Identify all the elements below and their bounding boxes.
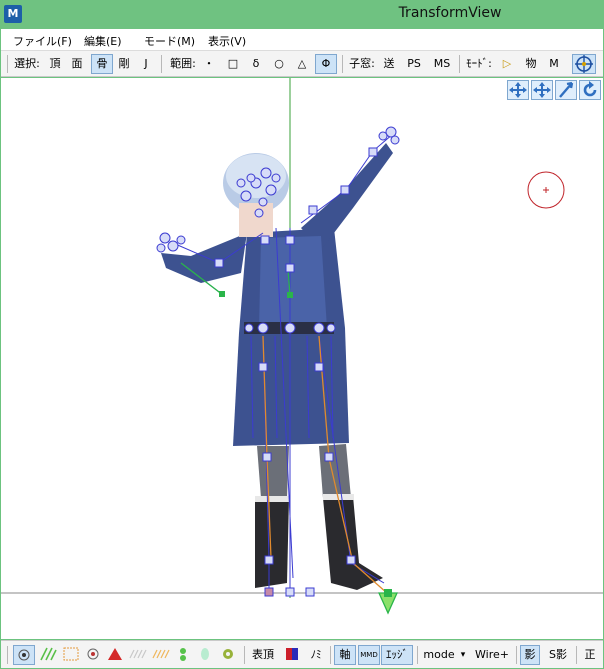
rotate-icon[interactable]: [579, 80, 601, 100]
crosshair-icon-graphic: [575, 55, 593, 73]
soft-body-display-icon[interactable]: [219, 645, 237, 665]
toolbar-separator: [330, 646, 331, 664]
point-display-graphic: [87, 648, 99, 660]
toolbar-grip: [7, 55, 8, 73]
vertex-display-graphic: [18, 649, 30, 661]
range-triangle-button[interactable]: △: [294, 54, 310, 74]
surface-vertex-button[interactable]: 表頂: [249, 645, 277, 665]
material-color-icon[interactable]: [282, 645, 302, 665]
range-dot-button[interactable]: ・: [201, 54, 217, 74]
chevron-down-icon[interactable]: ▾: [458, 645, 468, 665]
window-title: TransformView: [398, 5, 502, 21]
toolbar-separator: [516, 646, 517, 664]
toolbar-grip: [7, 646, 8, 664]
vertex-display-icon[interactable]: [13, 645, 35, 665]
rigid-display-graphic: [180, 648, 186, 661]
wire-display-icon[interactable]: [128, 645, 150, 665]
move-icon-graphic: [533, 82, 551, 98]
range-label: 範囲:: [170, 57, 196, 70]
zoom-icon-graphic: [559, 81, 574, 98]
play-icon[interactable]: ▷: [499, 54, 515, 74]
front-view-button[interactable]: 正: [580, 645, 600, 665]
range-circle-button[interactable]: ○: [271, 54, 287, 74]
mode-label: ﾓｰﾄﾞ:: [466, 57, 492, 70]
rotate-icon-graphic: [583, 81, 597, 97]
select-label: 選択:: [14, 57, 40, 70]
point-display-icon[interactable]: [83, 645, 103, 665]
menu-file[interactable]: ファイル(F): [13, 33, 72, 49]
ps-button[interactable]: PS: [403, 54, 425, 74]
wire-plus-button[interactable]: Wire+: [472, 645, 512, 665]
menu-view[interactable]: 表示(V): [208, 33, 246, 49]
select-face-button[interactable]: 面: [68, 54, 86, 74]
toolbar-separator: [244, 646, 245, 664]
normal-display-icon[interactable]: [38, 645, 58, 665]
child-window-label: 子窓:: [349, 57, 375, 70]
physics-button[interactable]: 物: [522, 54, 540, 74]
bottom-toolbar: 表頂 ﾉﾐ 軸 MMD ｴｯｼﾞ mode ▾ Wire+ 影 S影 正: [1, 640, 603, 668]
toolbar-separator: [417, 646, 418, 664]
toolbar-separator: [161, 55, 162, 73]
toolbar-separator: [576, 646, 577, 664]
mmd-button[interactable]: MMD: [358, 645, 380, 665]
triangle-display-icon[interactable]: [105, 645, 125, 665]
menu-edit[interactable]: 編集(E): [84, 33, 122, 49]
camera-target-marker: [527, 171, 565, 209]
material-color-graphic: [286, 648, 298, 660]
soft-body-display-graphic: [223, 649, 233, 659]
toolbar-separator: [459, 55, 460, 73]
select-vertex-button[interactable]: 頂: [46, 54, 64, 74]
menu-bar: ファイル(F) 編集(E) モード(M) 表示(V): [1, 29, 603, 51]
range-square-button[interactable]: □: [225, 54, 241, 74]
axis-button[interactable]: 軸: [334, 645, 356, 665]
edge-button[interactable]: ｴｯｼﾞ: [381, 645, 413, 665]
select-bone-button[interactable]: 骨: [91, 54, 113, 74]
shadow-button[interactable]: 影: [520, 645, 540, 665]
pan-icon-graphic: [509, 82, 527, 98]
joint-display-graphic: [201, 648, 209, 660]
character-model: [161, 143, 393, 590]
wire-display-graphic: [129, 649, 147, 659]
toolbar: 選択: 頂 面 骨 剛 J 範囲: ・ □ δ ○ △ Φ 子窓: 送 PS M…: [1, 51, 603, 77]
toolbar-separator: [342, 55, 343, 73]
triangle-display-graphic: [108, 648, 122, 660]
title-bar: M TransformView: [0, 0, 604, 29]
self-shadow-button[interactable]: S影: [544, 645, 572, 665]
m-button[interactable]: M: [545, 54, 563, 74]
move-icon[interactable]: [531, 80, 553, 100]
range-phi-button[interactable]: Φ: [315, 54, 337, 74]
rigid-display-icon[interactable]: [174, 645, 192, 665]
scene-canvas[interactable]: [1, 78, 603, 639]
texture-display-icon[interactable]: [61, 645, 81, 665]
3d-viewport[interactable]: [1, 78, 603, 639]
texture-display-graphic: [63, 647, 79, 661]
joint-display-icon[interactable]: [196, 645, 214, 665]
menu-mode[interactable]: モード(M): [144, 33, 195, 49]
zoom-icon[interactable]: [555, 80, 577, 100]
morph-display-graphic: [152, 649, 170, 659]
ms-button[interactable]: MS: [429, 54, 455, 74]
crosshair-icon[interactable]: [572, 54, 596, 74]
pan-icon[interactable]: [507, 80, 529, 100]
normal-display-graphic: [40, 647, 57, 661]
range-delta-button[interactable]: δ: [248, 54, 264, 74]
select-joint-button[interactable]: J: [138, 54, 154, 74]
send-button[interactable]: 送: [380, 54, 398, 74]
app-icon: M: [4, 5, 22, 23]
selection-only-button[interactable]: ﾉﾐ: [305, 645, 327, 665]
select-rigid-button[interactable]: 剛: [115, 54, 133, 74]
mode-dropdown[interactable]: mode: [421, 645, 457, 665]
morph-display-icon[interactable]: [151, 645, 173, 665]
